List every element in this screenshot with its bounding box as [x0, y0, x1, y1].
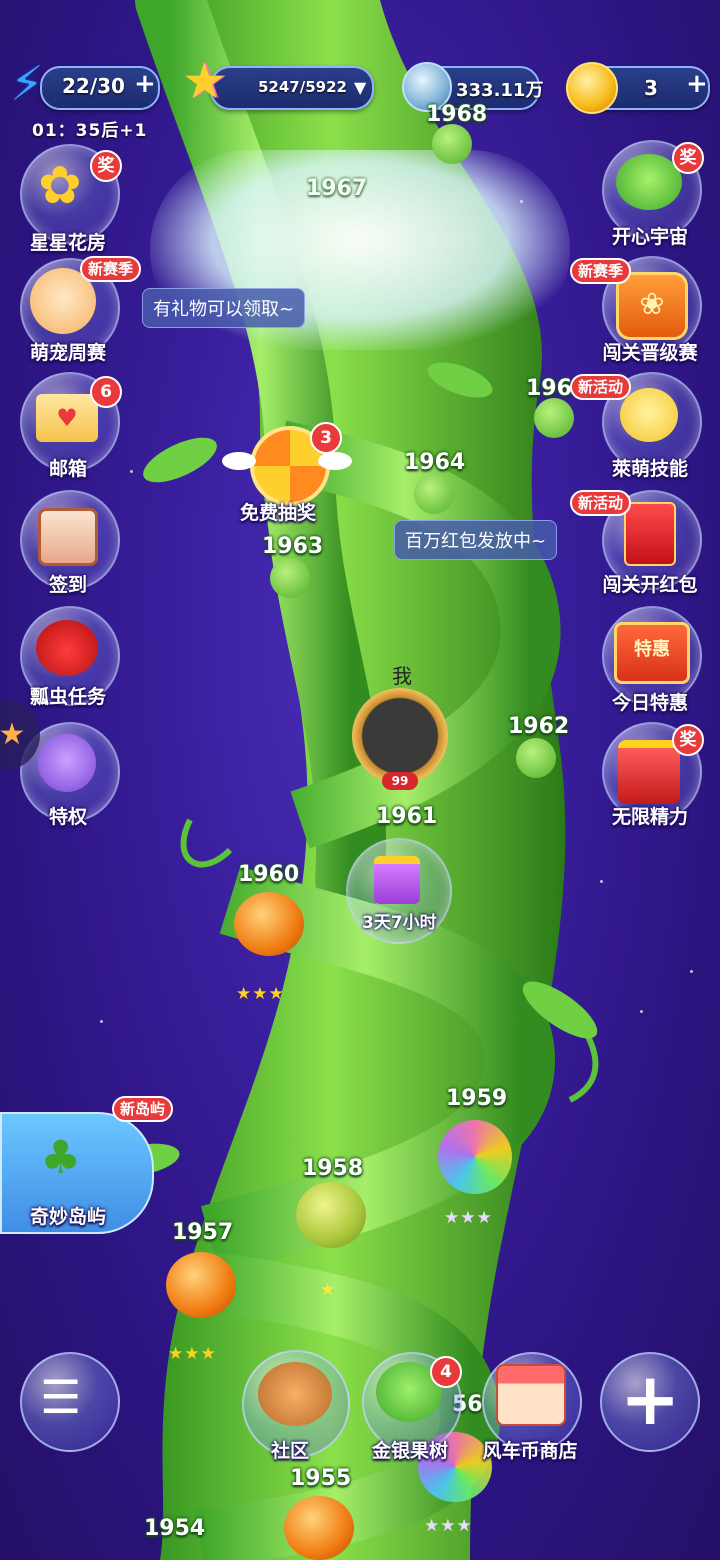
menu-label: 瓢虫任务 [29, 686, 106, 708]
menu-label: 签到 [48, 574, 87, 596]
community-icon [258, 1362, 332, 1426]
menu-label: 邮箱 [48, 458, 87, 480]
coins-plus-button[interactable]: + [686, 71, 714, 97]
level-number: 1962 [508, 714, 570, 739]
player-name: 我 [392, 664, 412, 688]
level-number: 1959 [446, 1086, 508, 1111]
currency-value: 333.11万 [456, 80, 544, 101]
avatar-level: 99 [391, 774, 409, 788]
level-node-1968[interactable] [432, 124, 472, 164]
plus-icon: + [620, 1357, 681, 1441]
lottery-count-badge: 3 [310, 422, 342, 454]
wing-right-icon [318, 452, 352, 470]
level-number: 1960 [238, 862, 300, 887]
level-number: 1964 [404, 450, 466, 475]
ladybug-icon [36, 620, 98, 676]
level-number: 1955 [290, 1466, 352, 1491]
level-number: 1954 [144, 1516, 206, 1541]
lightning-icon: ⚡ [10, 56, 44, 112]
new-event-badge: 新活动 [570, 374, 632, 400]
level-stars: ★★★ [236, 984, 285, 1004]
menu-label: 萌宠周赛 [29, 342, 106, 364]
level-number: 196 [526, 376, 572, 401]
fruit-tree-badge: 4 [430, 1356, 462, 1388]
chevron-down-icon[interactable]: ▼ [354, 78, 366, 97]
level-number: 1967 [306, 176, 368, 201]
owl-icon [38, 734, 96, 792]
level-node-1962[interactable] [516, 738, 556, 778]
chick-icon [620, 388, 678, 442]
menu-list-icon: ☰ [40, 1370, 82, 1424]
reward-badge: 奖 [672, 142, 704, 174]
shop-icon [496, 1364, 566, 1426]
stars-value: 5247/5922 [258, 78, 347, 96]
gift-timer: 3天7小时 [362, 913, 437, 933]
level-node-1963[interactable] [270, 558, 310, 598]
red-envelope-icon [624, 502, 676, 566]
gold-coin-icon [566, 62, 618, 114]
star-icon: ★ [182, 52, 227, 110]
new-island-badge: 新岛屿 [112, 1096, 174, 1122]
wing-left-icon [222, 452, 256, 470]
menu-label: 萊萌技能 [611, 458, 688, 480]
level-node-1955[interactable] [284, 1496, 354, 1560]
island-label: 奇妙岛屿 [29, 1206, 106, 1228]
energy-value: 22/30 [62, 74, 125, 98]
coins-value: 3 [644, 76, 658, 100]
level-stars: ★★★ [424, 1516, 473, 1536]
avatar-frame [352, 688, 448, 784]
palm-tree-icon: ♣ [40, 1130, 82, 1184]
energy-timer: 01：35后+1 [32, 121, 148, 141]
gift-box-icon [374, 856, 420, 904]
level-stars: ★ [320, 1280, 337, 1300]
red-packet-tooltip: 百万红包发放中~ [394, 520, 558, 560]
flower-pot-icon: ✿ [38, 156, 82, 216]
bottom-label: 风车币商店 [482, 1440, 578, 1462]
shop-stall-icon: 特惠 [614, 622, 690, 684]
level-node-1966[interactable] [534, 398, 574, 438]
level-number: 1958 [302, 1156, 364, 1181]
level-stars: ★★★ [168, 1344, 217, 1364]
lottery-label: 免费抽奖 [239, 502, 316, 524]
level-node-1959[interactable] [438, 1120, 512, 1194]
menu-label: 闯关开红包 [602, 574, 698, 596]
envelope-icon: ♥ [36, 394, 98, 442]
mail-count-badge: 6 [90, 376, 122, 408]
new-season-badge: 新赛季 [80, 256, 142, 282]
level-stars: ★★★ [444, 1208, 493, 1228]
bottom-label: 社区 [270, 1440, 309, 1462]
menu-label: 星星花房 [29, 232, 106, 254]
level-number: 1961 [376, 804, 438, 829]
menu-label: 无限精力 [611, 806, 688, 828]
new-season-badge: 新赛季 [570, 258, 632, 284]
reward-badge: 奖 [90, 150, 122, 182]
gift-drink-icon [618, 740, 680, 804]
calendar-icon [38, 508, 98, 566]
gift-tooltip: 有礼物可以领取~ [142, 288, 306, 328]
level-number: 1968 [426, 102, 488, 127]
menu-label: 开心宇宙 [611, 226, 688, 248]
level-node-1958[interactable] [296, 1182, 366, 1248]
avatar-level-badge: 99 [382, 772, 418, 790]
new-event-badge: 新活动 [570, 490, 632, 516]
badge-icon: ❀ [616, 272, 688, 340]
reward-badge: 奖 [672, 724, 704, 756]
menu-label: 闯关晋级赛 [602, 342, 698, 364]
bottom-label: 金银果树 [371, 1440, 448, 1462]
level-number: 1963 [262, 534, 324, 559]
menu-label: 今日特惠 [611, 692, 688, 714]
level-node-1960[interactable] [234, 892, 304, 956]
level-node-1957[interactable] [166, 1252, 236, 1318]
level-node-1964[interactable] [414, 474, 454, 514]
deal-tag: 特惠 [634, 639, 670, 660]
menu-label: 特权 [48, 806, 87, 828]
level-number: 1957 [172, 1220, 234, 1245]
